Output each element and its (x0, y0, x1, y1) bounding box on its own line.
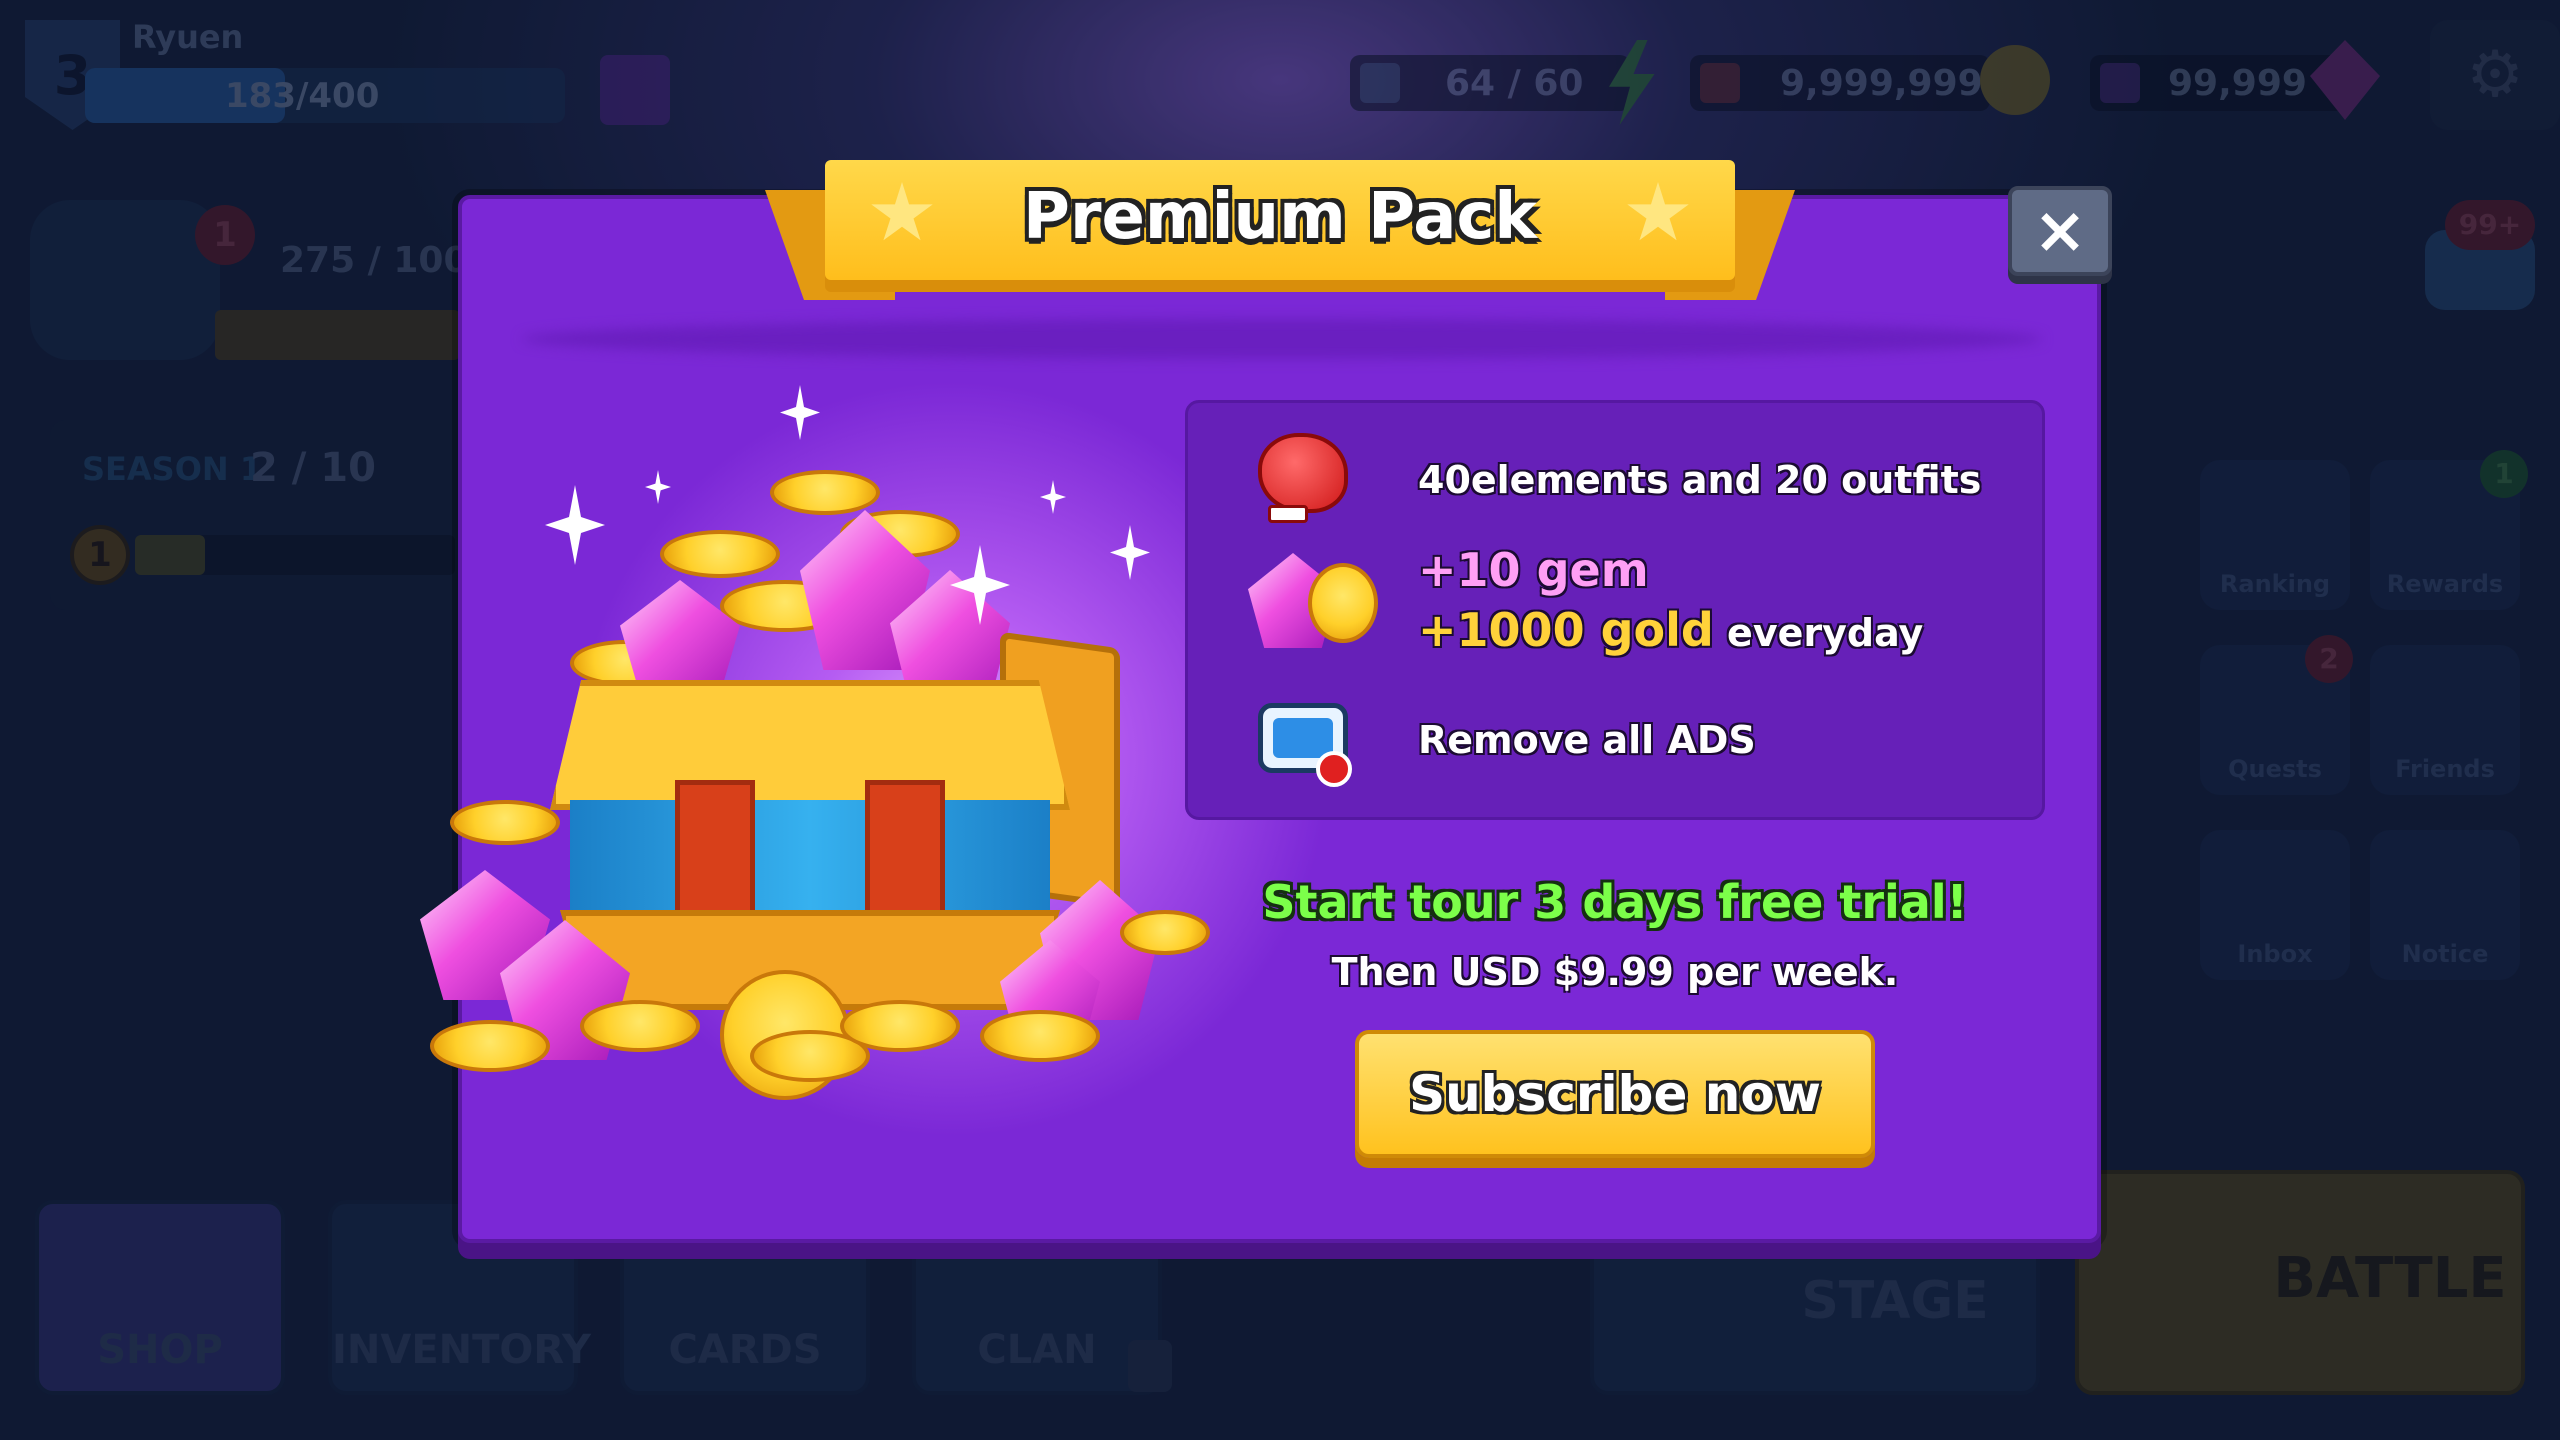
gem-bonus-text: +10 gem (1418, 543, 1649, 597)
feature-list: 40elements and 20 outfits +10 gem +1000 … (1185, 400, 2045, 820)
subscribe-button[interactable]: Subscribe now (1355, 1030, 1875, 1158)
trial-offer-text: Start tour 3 days free trial! (1262, 875, 1968, 929)
gem-coin-icon (1248, 553, 1388, 653)
gold-bonus-text: +1000 gold (1418, 603, 1714, 657)
no-ads-icon (1248, 683, 1358, 793)
feature-remove-ads: Remove all ADS (1418, 718, 1756, 762)
treasure-chest-illustration (420, 380, 1260, 1100)
banner-plate: Premium Pack (825, 160, 1735, 280)
feature-gem: +10 gem (1418, 543, 1649, 597)
boxing-glove-icon (1248, 423, 1358, 523)
gold-bonus-suffix: everyday (1727, 611, 1924, 655)
feature-gold: +1000 gold everyday (1418, 603, 1923, 657)
price-text: Then USD $9.99 per week. (1331, 950, 1899, 994)
modal-title: Premium Pack (1023, 180, 1537, 254)
close-button[interactable]: × (2008, 186, 2112, 276)
feature-outfits: 40elements and 20 outfits (1418, 458, 1982, 502)
title-banner: Premium Pack (765, 160, 1795, 305)
